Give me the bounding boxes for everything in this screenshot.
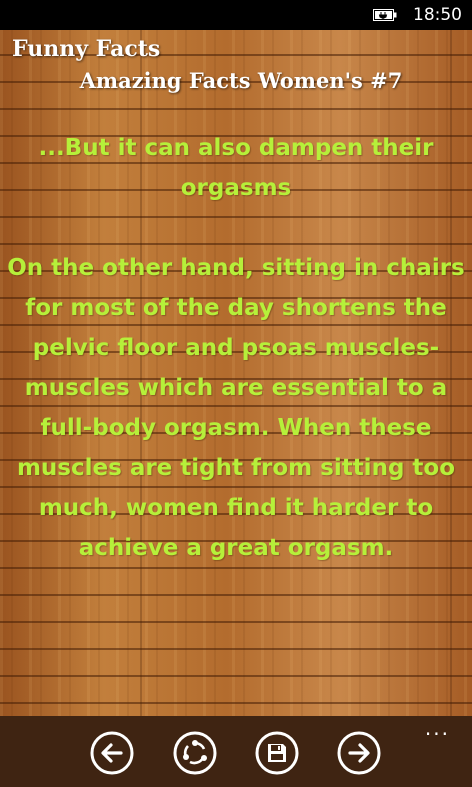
fact-content: ...But it can also dampen their orgasms … [6, 128, 466, 568]
previous-button[interactable] [90, 731, 134, 775]
fact-body: On the other hand, sitting in chairs for… [7, 255, 465, 561]
fact-lead: ...But it can also dampen their orgasms [38, 135, 434, 201]
save-button[interactable] [255, 731, 299, 775]
status-time: 18:50 [413, 5, 462, 25]
battery-charging-icon [373, 9, 397, 21]
arrow-right-icon [337, 731, 381, 775]
more-button[interactable]: ... [425, 718, 450, 738]
app-title: Funny Facts [12, 36, 161, 62]
arrow-left-icon [90, 731, 134, 775]
app-bar: ... [0, 716, 472, 787]
next-button[interactable] [337, 731, 381, 775]
save-icon [255, 731, 299, 775]
status-bar: 18:50 [0, 0, 472, 30]
share-icon [173, 731, 217, 775]
share-button[interactable] [173, 731, 217, 775]
fact-title: Amazing Facts Women's #7 [79, 68, 403, 93]
